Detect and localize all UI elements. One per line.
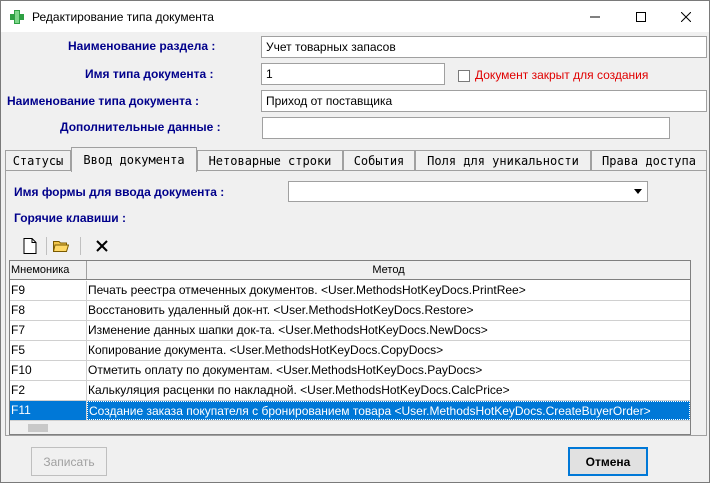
row-key: F7 — [10, 321, 87, 340]
delete-x-icon — [96, 240, 108, 252]
grid-header: Мнемоника Метод — [10, 261, 690, 280]
extra-data-label: Дополнительные данные : — [60, 120, 221, 134]
toolbar-separator — [46, 237, 47, 255]
column-header-mnemonic[interactable]: Мнемоника — [10, 261, 87, 279]
horizontal-scrollbar[interactable] — [10, 421, 690, 434]
app-cross-icon — [10, 10, 24, 24]
scrollbar-thumb[interactable] — [28, 424, 48, 432]
window-title: Редактирование типа документа — [32, 10, 214, 24]
row-method: Печать реестра отмеченных документов. <U… — [88, 283, 526, 297]
row-method: Отметить оплату по документам. <User.Met… — [88, 363, 483, 377]
row-key: F11 — [10, 401, 87, 420]
delete-hotkey-button[interactable] — [90, 234, 114, 258]
doctype-label: Имя типа документа : — [85, 67, 214, 81]
toolbar-separator — [80, 237, 81, 255]
save-button[interactable]: Записать — [31, 447, 107, 476]
dropdown-arrow[interactable] — [630, 183, 646, 200]
hotkeys-label: Горячие клавиши : — [14, 211, 126, 225]
cancel-button[interactable]: Отмена — [568, 447, 648, 476]
closed-checkbox-label[interactable]: Документ закрыт для создания — [475, 68, 648, 82]
tab-statuses[interactable]: Статусы — [5, 150, 71, 171]
tab-events[interactable]: События — [343, 150, 415, 171]
table-row[interactable]: F7 Изменение данных шапки док-та. <User.… — [10, 321, 690, 341]
hotkeys-toolbar — [10, 234, 696, 258]
close-icon — [681, 11, 691, 22]
form-name-label: Имя формы для ввода документа : — [14, 185, 225, 199]
tab-uniqueness-fields[interactable]: Поля для уникальности — [415, 150, 591, 171]
row-key: F8 — [10, 301, 87, 320]
row-method: Восстановить удаленный док-нт. <User.Met… — [88, 303, 474, 317]
table-row[interactable]: F10 Отметить оплату по документам. <User… — [10, 361, 690, 381]
table-row[interactable]: F9 Печать реестра отмеченных документов.… — [10, 281, 690, 301]
column-header-method[interactable]: Метод — [87, 261, 690, 279]
section-label: Наименование раздела : — [68, 39, 216, 53]
form-name-select[interactable] — [288, 181, 648, 202]
table-row[interactable]: F2 Калькуляция расценки по накладной. <U… — [10, 381, 690, 401]
row-method: Калькуляция расценки по накладной. <User… — [88, 383, 510, 397]
minimize-button[interactable] — [572, 1, 618, 32]
chevron-down-icon — [634, 189, 642, 194]
doctype-field[interactable]: 1 — [261, 63, 445, 85]
section-field[interactable]: Учет товарных запасов — [261, 36, 707, 58]
row-key: F2 — [10, 381, 87, 400]
maximize-button[interactable] — [618, 1, 664, 32]
row-method: Создание заказа покупателя с бронировани… — [87, 401, 690, 420]
title-bar[interactable]: Редактирование типа документа — [1, 1, 709, 32]
table-row[interactable]: F5 Копирование документа. <User.MethodsH… — [10, 341, 690, 361]
tab-document-input[interactable]: Ввод документа — [71, 147, 197, 172]
new-hotkey-button[interactable] — [18, 234, 42, 258]
extra-data-field[interactable] — [262, 117, 670, 139]
row-method: Копирование документа. <User.MethodsHotK… — [88, 343, 444, 357]
maximize-icon — [636, 11, 646, 22]
docname-label: Наименование типа документа : — [7, 94, 200, 108]
closed-checkbox[interactable] — [458, 70, 470, 82]
row-key: F5 — [10, 341, 87, 360]
open-hotkey-button[interactable] — [49, 234, 73, 258]
folder-open-icon — [53, 241, 69, 252]
dialog-window: Редактирование типа документа Наименован… — [0, 0, 710, 483]
hotkeys-grid[interactable]: Мнемоника Метод F9 Печать реестра отмече… — [9, 260, 691, 435]
new-document-icon — [23, 238, 37, 254]
row-key: F10 — [10, 361, 87, 380]
docname-field[interactable]: Приход от поставщика — [261, 90, 707, 112]
row-method: Изменение данных шапки док-та. <User.Met… — [88, 323, 488, 337]
row-key: F9 — [10, 281, 87, 300]
minimize-icon — [590, 16, 600, 17]
tab-nonproduct-lines[interactable]: Нетоварные строки — [197, 150, 343, 171]
tab-strip: Статусы Ввод документа Нетоварные строки… — [5, 147, 707, 172]
close-button[interactable] — [663, 1, 709, 32]
tab-access-rights[interactable]: Права доступа — [591, 150, 707, 171]
table-row[interactable]: F8 Восстановить удаленный док-нт. <User.… — [10, 301, 690, 321]
table-row-selected[interactable]: F11 Создание заказа покупателя с брониро… — [10, 401, 690, 421]
